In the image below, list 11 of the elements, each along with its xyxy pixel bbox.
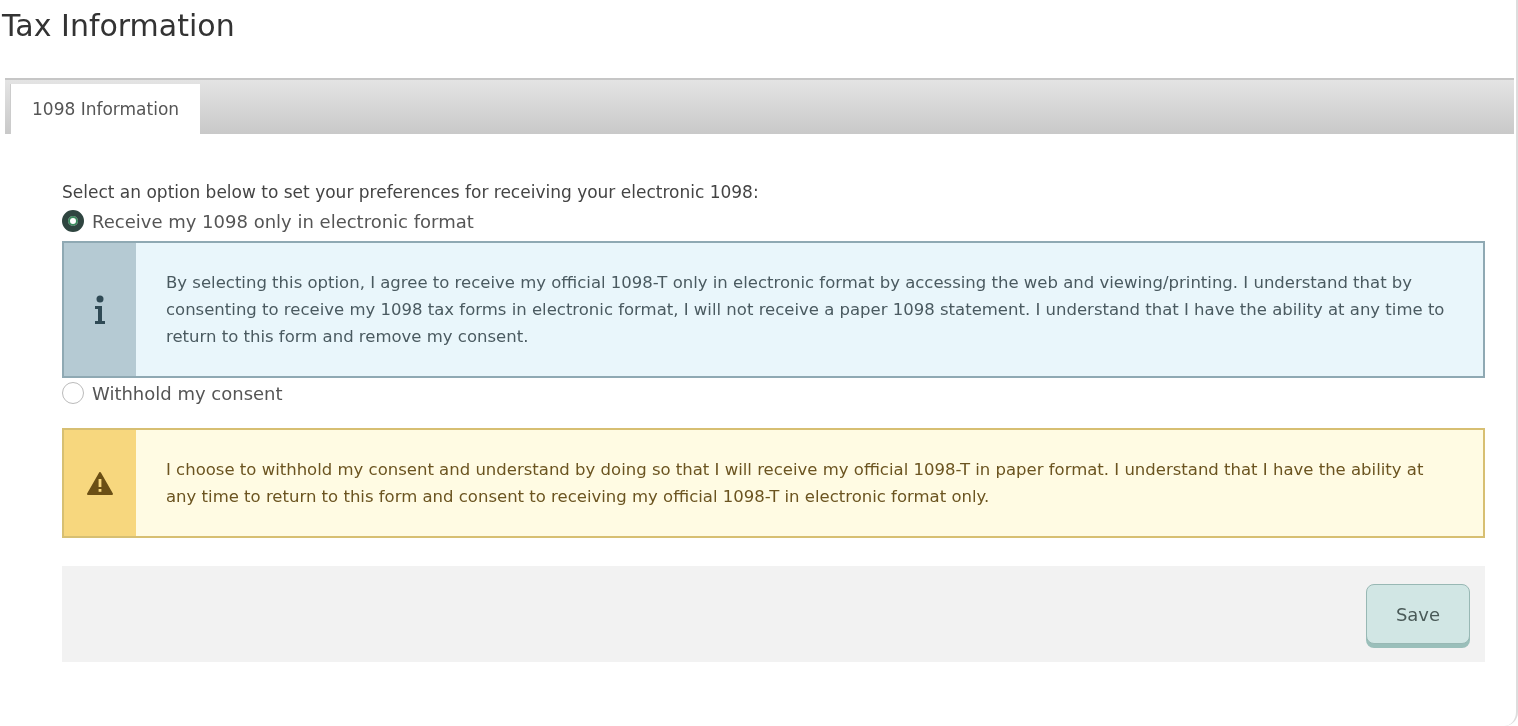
- radio-button[interactable]: [62, 382, 84, 404]
- option-label: Receive my 1098 only in electronic format: [92, 210, 474, 232]
- tab[interactable]: 1098 Information: [10, 84, 201, 134]
- notice-text: By selecting this option, I agree to receive my official 1098-T only in electronic format by accessing the web and viewing/printing. I understand that by consenting to receive my 1098 tax forms in electronic format, I will not receive a paper 1098 statement. I understand that I have the ability at any time to return to this form and remove my consent.: [165, 272, 1446, 348]
- instruction-text: Select an option below to set your preferences for receiving your electronic 1098:: [62, 182, 760, 204]
- notice-text: I choose to withhold my consent and understand by doing so that I will receive my official 1098-T in paper format. I understand that I have the ability at any time to return to this form and consent to receiving my official 1098-T in electronic format only.: [165, 459, 1425, 508]
- radio-button[interactable]: [62, 210, 84, 232]
- option-label: Withhold my consent: [92, 382, 283, 404]
- warning-icon: [87, 471, 113, 495]
- info-icon: [94, 294, 106, 325]
- page-title: Tax Information: [1, 7, 236, 45]
